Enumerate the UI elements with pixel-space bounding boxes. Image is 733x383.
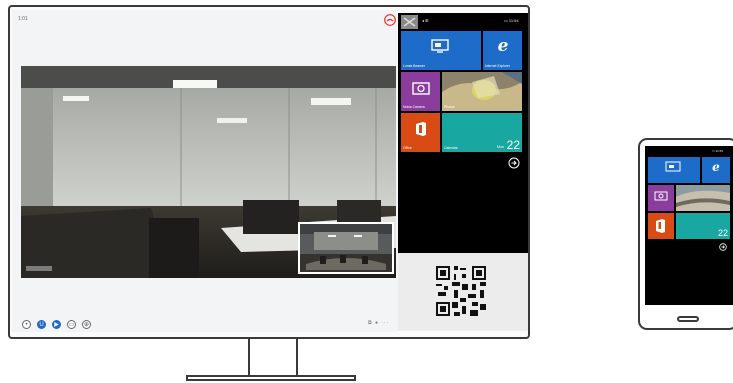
qr-code-icon [434, 264, 488, 318]
office-icon [656, 219, 665, 233]
tile-nokia-camera[interactable]: Nokia Camera [401, 72, 440, 111]
screen-share-icon[interactable]: ▭ [67, 320, 76, 329]
internet-explorer-icon: e [497, 36, 509, 56]
call-status-text: 1:01 [18, 16, 28, 22]
office-icon [414, 121, 428, 137]
phone-status-right: ▭ 11:54 [504, 18, 519, 23]
handheld-tile-camera[interactable] [648, 185, 674, 211]
self-view-video[interactable] [298, 222, 394, 274]
mic-glyph: U [39, 321, 44, 328]
tile-photos[interactable]: Photos [442, 72, 522, 111]
chat-glyph: • [25, 321, 28, 328]
screen-share-glyph: ▭ [68, 321, 75, 328]
handheld-tile-photos[interactable] [676, 185, 730, 211]
camera-icon[interactable]: ▶ [52, 320, 61, 329]
photos-preview-image [676, 185, 730, 211]
beamer-icon [665, 161, 681, 172]
mic-icon[interactable]: U [37, 320, 46, 329]
handheld-tile-office[interactable] [648, 213, 674, 239]
video-caption-bar [26, 266, 52, 271]
tile-label: Office [403, 146, 412, 150]
arrow-right-icon[interactable] [508, 157, 520, 169]
arrow-right-icon[interactable] [719, 243, 727, 251]
tile-office[interactable]: Office [401, 113, 440, 152]
tile-internet-explorer[interactable]: e Internet Explorer [483, 31, 522, 70]
hangup-icon[interactable] [384, 14, 396, 26]
tile-label: Internet Explorer [485, 64, 511, 68]
tile-calendar[interactable]: Calendar Mon 22 [442, 113, 522, 152]
handheld-tile-internet-explorer[interactable]: e [702, 157, 730, 183]
calendar-day-number: 22 [717, 228, 728, 238]
tile-label: Lumia Beamer [403, 64, 426, 68]
contact-icon [401, 15, 418, 29]
handheld-tile-beamer[interactable] [648, 157, 700, 183]
more-options-glyph: ⊕ [83, 321, 90, 328]
chat-icon[interactable]: • [22, 320, 31, 329]
self-view-image [300, 224, 392, 272]
handheld-tile-calendar[interactable]: 22 [676, 213, 730, 239]
tile-label: Nokia Camera [403, 105, 425, 109]
camera-glyph: ▶ [54, 321, 59, 328]
calendar-day-name: Mon [497, 145, 504, 149]
beamer-icon [429, 39, 451, 55]
camera-app-icon [411, 80, 431, 96]
tile-label: Photos [444, 105, 455, 109]
internet-explorer-icon: e [712, 160, 720, 174]
tile-label: Calendar [444, 146, 458, 150]
more-options-icon[interactable]: ⊕ [82, 320, 91, 329]
handheld-status-right: ▭ 11:54 [712, 149, 723, 153]
monitor-stand-neck [248, 339, 298, 375]
home-button[interactable] [677, 316, 699, 322]
calendar-day-number: 22 [506, 138, 520, 152]
status-icons: ⧉ ● ··· [368, 320, 390, 326]
monitor-stand-base [186, 375, 356, 381]
phone-status-left: ◂ ⊞ [422, 18, 429, 23]
camera-app-icon [654, 191, 668, 201]
tile-lumia-beamer[interactable]: Lumia Beamer [401, 31, 481, 70]
